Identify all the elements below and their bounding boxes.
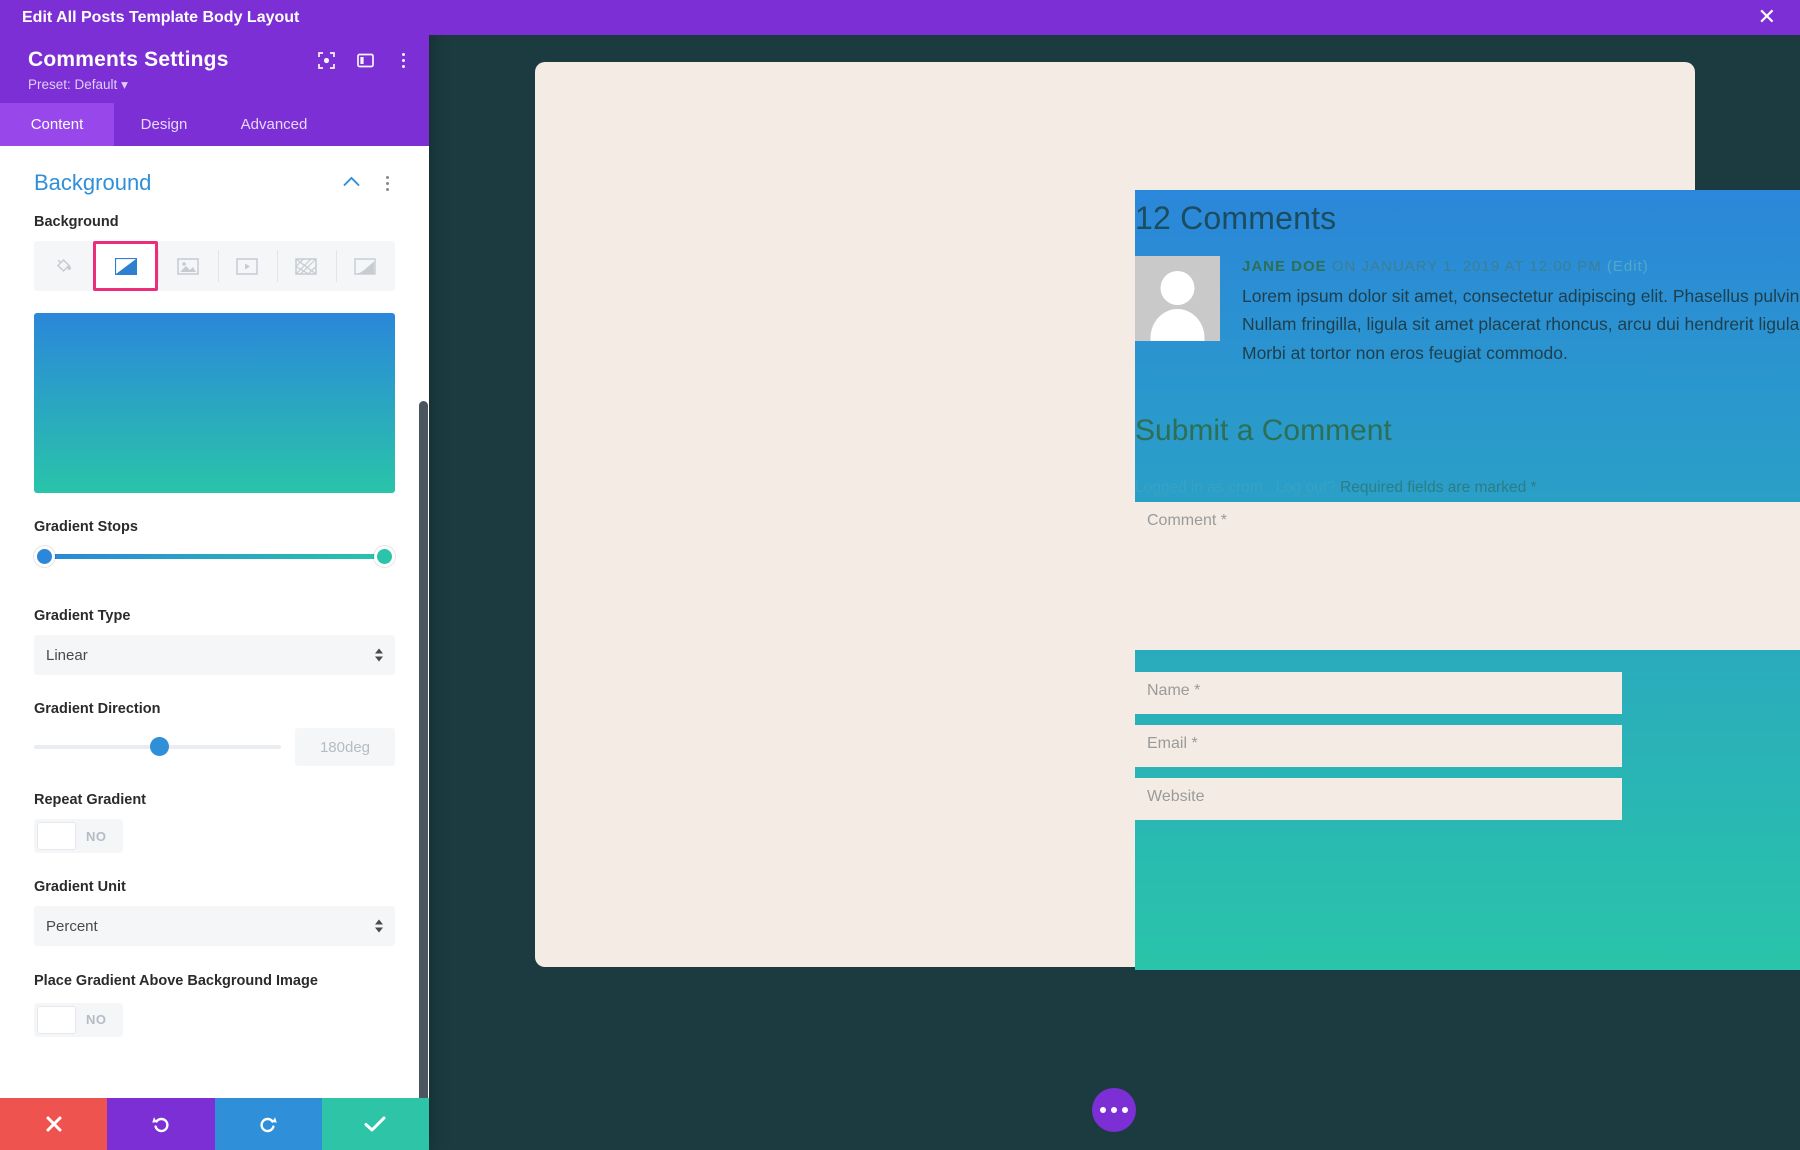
repeat-gradient-toggle[interactable]: NO bbox=[34, 819, 123, 853]
website-input-placeholder: Website bbox=[1147, 788, 1205, 805]
redo-button[interactable] bbox=[214, 1098, 322, 1150]
settings-panel: Comments Settings Preset: Default ▾ Cont… bbox=[0, 0, 429, 1150]
close-icon[interactable]: ✕ bbox=[1758, 6, 1776, 29]
submit-comment-heading: Submit a Comment bbox=[1135, 414, 1392, 447]
select-arrows-icon bbox=[375, 648, 383, 662]
gradient-type-label: Gradient Type bbox=[34, 608, 131, 624]
toggle-knob bbox=[38, 1006, 75, 1033]
more-horizontal-icon[interactable] bbox=[1092, 1088, 1136, 1132]
gradient-stops-label: Gradient Stops bbox=[34, 519, 138, 535]
comment-meta: JANE DOE ON JANUARY 1, 2019 AT 12:00 PM … bbox=[1242, 258, 1649, 275]
comment-date: ON JANUARY 1, 2019 AT 12:00 PM bbox=[1331, 258, 1602, 275]
panel-scroll-area: Background Background Gradient Stops Gra… bbox=[0, 146, 429, 1075]
select-arrows-icon bbox=[375, 919, 383, 933]
preset-label: Preset: Default bbox=[28, 77, 118, 92]
gradient-icon[interactable] bbox=[93, 241, 159, 291]
panel-header: Comments Settings Preset: Default ▾ bbox=[0, 35, 429, 103]
place-gradient-above-label: Place Gradient Above Background Image bbox=[34, 973, 318, 989]
mask-icon[interactable] bbox=[335, 241, 395, 291]
tab-advanced[interactable]: Advanced bbox=[214, 103, 334, 146]
paint-bucket-icon[interactable] bbox=[34, 241, 93, 291]
panel-tabs: Content Design Advanced bbox=[0, 103, 429, 146]
background-section-header: Background bbox=[34, 146, 395, 214]
comment-author: JANE DOE bbox=[1242, 258, 1327, 275]
fab-dot bbox=[1122, 1107, 1128, 1113]
gradient-stop-handle-end[interactable] bbox=[374, 546, 395, 567]
builder-title: Edit All Posts Template Body Layout bbox=[22, 8, 300, 26]
panel-layout-icon[interactable] bbox=[357, 52, 374, 69]
comments-module[interactable]: 12 Comments JANE DOE ON JANUARY 1, 2019 … bbox=[1135, 190, 1800, 970]
name-input-placeholder: Name * bbox=[1147, 682, 1201, 699]
more-vertical-icon[interactable] bbox=[396, 51, 411, 70]
post-preview-card: 12 Comments JANE DOE ON JANUARY 1, 2019 … bbox=[535, 62, 1800, 970]
undo-button[interactable] bbox=[107, 1098, 215, 1150]
panel-scrollbar[interactable] bbox=[419, 401, 428, 1098]
panel-header-icons bbox=[318, 51, 411, 70]
chevron-down-icon: ▾ bbox=[121, 77, 128, 92]
gradient-direction-slider[interactable] bbox=[34, 737, 281, 757]
redo-icon bbox=[260, 1117, 277, 1133]
gradient-unit-label: Gradient Unit bbox=[34, 879, 126, 895]
gradient-direction-label: Gradient Direction bbox=[34, 701, 161, 717]
comments-heading: 12 Comments bbox=[1135, 200, 1337, 236]
image-icon[interactable] bbox=[158, 241, 217, 291]
comment-textarea-placeholder: Comment * bbox=[1147, 512, 1228, 529]
website-input[interactable]: Website bbox=[1135, 778, 1622, 820]
save-changes-button[interactable] bbox=[321, 1098, 429, 1150]
tab-content[interactable]: Content bbox=[0, 103, 114, 146]
gradient-direction-row: 180deg bbox=[34, 728, 395, 766]
name-input[interactable]: Name * bbox=[1135, 672, 1622, 714]
background-type-tabs bbox=[34, 241, 395, 291]
gradient-preview[interactable] bbox=[34, 313, 395, 493]
place-gradient-above-value: NO bbox=[86, 1012, 107, 1028]
logged-in-text[interactable]: Logged in as crom . Log out? bbox=[1135, 479, 1336, 496]
section-header-icons bbox=[343, 174, 395, 193]
check-icon bbox=[364, 1116, 386, 1132]
toggle-knob bbox=[38, 823, 75, 849]
gradient-direction-input[interactable]: 180deg bbox=[295, 728, 395, 766]
undo-icon bbox=[152, 1117, 169, 1133]
required-fields-note: Required fields are marked * bbox=[1340, 479, 1537, 496]
gradient-stops-slider[interactable] bbox=[34, 546, 395, 568]
logged-in-row: Logged in as crom . Log out? Required fi… bbox=[1135, 479, 1537, 497]
repeat-gradient-label: Repeat Gradient bbox=[34, 792, 146, 808]
fab-dot bbox=[1100, 1107, 1106, 1113]
comment-body: Lorem ipsum dolor sit amet, consectetur … bbox=[1242, 286, 1800, 363]
panel-body: Background Background Gradient Stops Gra… bbox=[0, 146, 429, 1098]
gradient-unit-select[interactable]: Percent bbox=[34, 906, 395, 946]
preset-selector[interactable]: Preset: Default ▾ bbox=[28, 77, 413, 93]
gradient-type-value: Linear bbox=[46, 646, 88, 664]
comment-edit-link[interactable]: (Edit) bbox=[1607, 258, 1649, 275]
email-input[interactable]: Email * bbox=[1135, 725, 1622, 767]
email-input-placeholder: Email * bbox=[1147, 735, 1198, 752]
panel-action-bar bbox=[0, 1098, 429, 1150]
background-label: Background bbox=[34, 214, 119, 230]
builder-topbar: Edit All Posts Template Body Layout ✕ bbox=[0, 0, 1800, 35]
gradient-type-select[interactable]: Linear bbox=[34, 635, 395, 675]
fab-dot bbox=[1111, 1107, 1117, 1113]
pattern-icon[interactable] bbox=[276, 241, 336, 291]
comment-textarea[interactable]: Comment * bbox=[1135, 502, 1800, 650]
chevron-up-icon[interactable] bbox=[343, 174, 360, 192]
slider-knob[interactable] bbox=[150, 737, 170, 756]
repeat-gradient-value: NO bbox=[86, 828, 107, 844]
more-vertical-icon[interactable] bbox=[380, 174, 395, 193]
gradient-stop-handle-start[interactable] bbox=[34, 546, 55, 567]
gradient-unit-value: Percent bbox=[46, 917, 98, 935]
gradient-stops-bar bbox=[42, 554, 387, 559]
focus-target-icon[interactable] bbox=[318, 52, 335, 69]
place-gradient-above-toggle[interactable]: NO bbox=[34, 1002, 123, 1037]
video-icon[interactable] bbox=[217, 241, 277, 291]
avatar bbox=[1135, 256, 1220, 341]
section-title: Background bbox=[34, 170, 152, 195]
close-icon bbox=[46, 1116, 62, 1132]
tab-design[interactable]: Design bbox=[114, 103, 214, 146]
cancel-changes-button[interactable] bbox=[0, 1098, 108, 1150]
